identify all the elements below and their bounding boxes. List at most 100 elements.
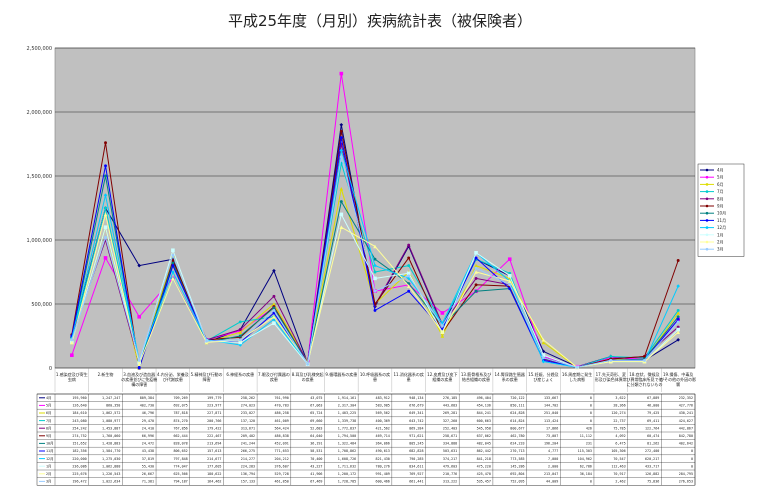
table-cell: 274,023 [241,404,255,408]
table-cell: 274,752 [72,434,86,438]
category-label: の疾患 [302,376,314,382]
data-point [272,294,276,298]
table-cell: 28,366 [613,404,625,408]
table-cell: 1,728,785 [338,480,356,484]
table-cell: 1,453,887 [102,426,120,430]
table-cell: 79,425 [647,411,659,415]
table-cell: 75,785 [613,426,625,430]
category-label: 6.神経系の疾患 [226,371,254,377]
table-cell: 364,066 [376,442,390,446]
table-cell: 483,912 [376,396,390,400]
table-cell: 115,303 [578,449,592,453]
legend-marker [705,175,709,179]
table-cell: 1,339,738 [338,419,356,423]
data-point [373,257,377,261]
table-cell: 583,985 [376,404,390,408]
legend-label: 8月 [717,196,724,201]
table-cell: 564,424 [274,426,288,430]
table-cell: 179,422 [207,426,221,430]
table-cell: 828,078 [173,442,187,446]
table-cell: 676,679 [409,404,423,408]
table-cell: 427,776 [679,404,693,408]
table-cell: 426 [586,426,592,430]
table-cell: 81,262 [647,442,659,446]
data-point [272,306,276,310]
table-row-label: 1月 [46,464,51,468]
line-chart: 0 500,000 1,000,000 1,500,000 2,000,000 2,500… [27,46,745,486]
table-cell: 771,653 [274,449,288,453]
legend-marker [705,168,709,172]
table-cell: 643,742 [409,419,423,423]
table-cell: 948,134 [409,396,423,400]
table-cell: 224,283 [241,464,255,468]
data-point [238,328,242,332]
table-cell: 374,217 [443,457,457,461]
table-cell: 4,092 [615,434,625,438]
table-cell: 482,045 [477,442,491,446]
data-point [541,356,545,360]
table-cell: 1,711,632 [338,464,356,468]
table-cell: 3,622 [615,396,625,400]
table-cell: 241,244 [241,442,255,446]
data-point [339,155,343,159]
table-cell: 269,281 [443,411,457,415]
table-row-label: 9月 [46,434,51,438]
table-cell: 774,047 [173,464,187,468]
data-point [70,353,74,357]
table-cell: 479,603 [443,464,457,468]
table-cell: 71,381 [142,480,154,484]
data-point [474,256,478,260]
table-cell: 433,717 [645,464,659,468]
table-row-label: 11月 [46,449,53,453]
y-tick-label: 0 [49,366,52,372]
data-point [474,276,478,280]
data-point [676,317,680,321]
y-tick-label: 2,000,000 [27,110,52,116]
table-cell: 442,867 [679,426,693,430]
table-cell: 752,095 [510,480,524,484]
table-cell: 11,112 [580,434,592,438]
table-cell: 151,652 [72,442,86,446]
data-point [676,308,680,312]
table-cell: 545,958 [477,426,491,430]
legend-marker [705,247,709,251]
data-point [507,274,512,278]
table-cell: 971,621 [409,434,423,438]
data-point [339,200,343,204]
table-cell: 1,200,172 [338,472,356,476]
table-cell: 231 [586,442,592,446]
legend-label: 11月 [717,218,726,223]
category-label: 患 [407,376,411,382]
table-cell: 145,286 [510,464,524,468]
data-point [609,355,613,358]
table-cell: 850,111 [510,404,524,408]
table-cell: 199,779 [207,396,221,400]
table-row-label: 4月 [46,396,51,400]
table-cell: 55,430 [142,464,154,468]
table-cell: 661,441 [409,480,423,484]
data-point [407,274,411,278]
table-cell: 2,317,304 [338,404,356,408]
category-label: 疾患 [270,376,278,382]
data-point [238,320,242,324]
table-cell: 41,906 [310,472,322,476]
legend-marker [705,197,709,201]
data-point [137,366,141,370]
table-cell: 809,384 [140,396,154,400]
table-row-label: 10月 [46,442,53,446]
table-row-label: 5月 [46,404,51,408]
legend-label: 9月 [717,204,724,209]
table-cell: 272,400 [645,449,659,453]
table-cell: 65,724 [310,411,322,415]
table-cell: 805,245 [409,442,423,446]
table-cell: 1,760,060 [102,434,120,438]
table-cell: 1,428,883 [102,442,120,446]
table-cell: 225,676 [72,472,86,476]
table-cell: 797,848 [173,457,187,461]
data-point [407,289,411,293]
table-cell: 649,341 [409,411,423,415]
table-row-label: 3月 [46,480,51,484]
data-point [474,266,478,270]
table-cell: 223,977 [207,404,221,408]
table-cell: 1,080,977 [102,419,120,423]
